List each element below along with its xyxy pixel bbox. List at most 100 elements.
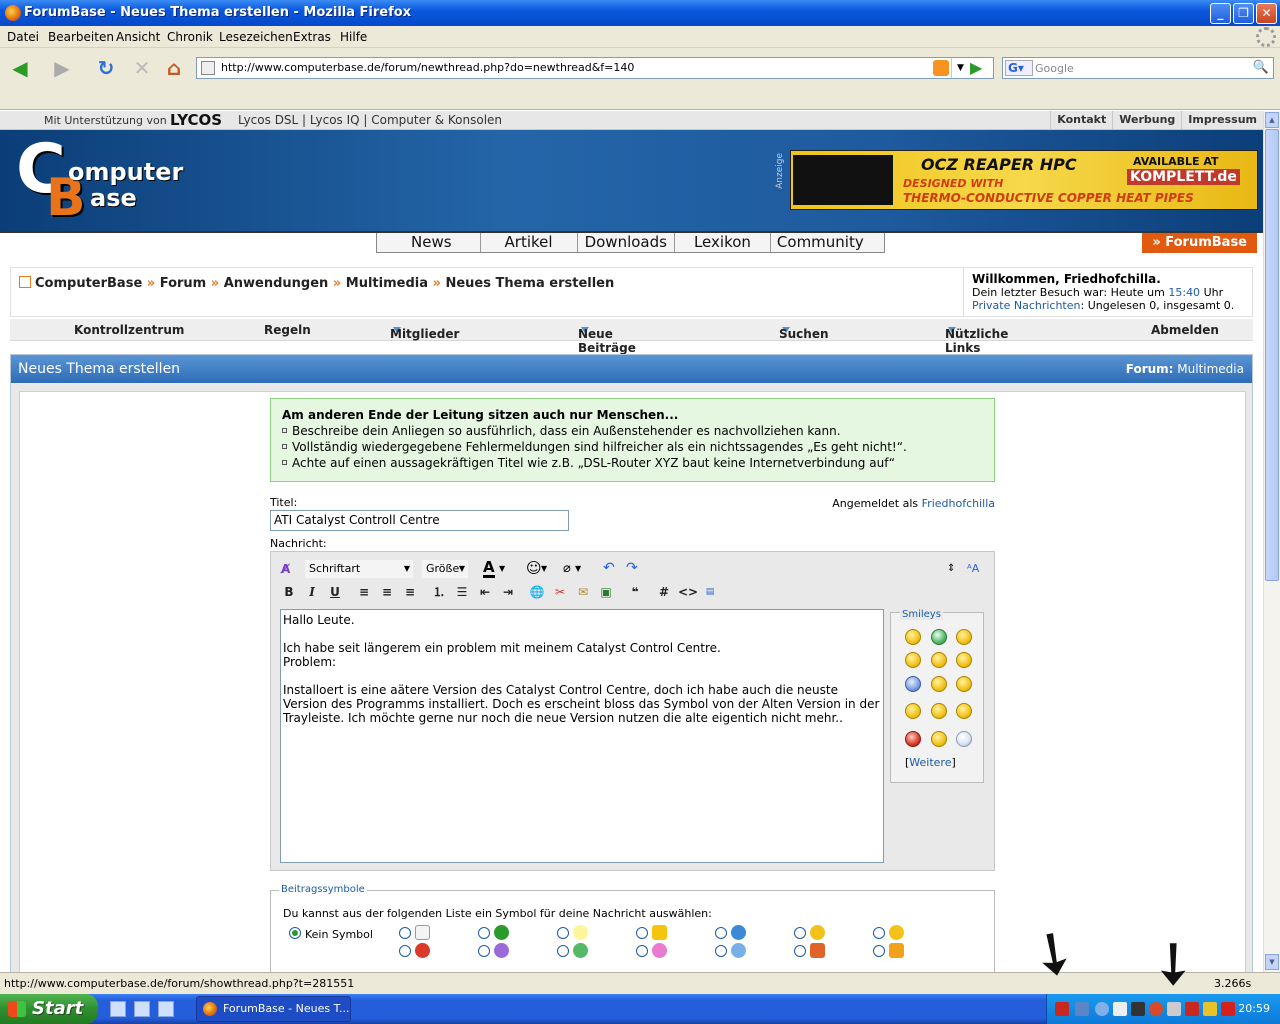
forward-button[interactable]: ▶ (48, 54, 76, 82)
switch-editor-icon[interactable]: ᴬA (967, 560, 979, 578)
user-link[interactable]: Friedhofchilla (922, 497, 995, 510)
align-center-icon[interactable]: ≡ (378, 583, 396, 601)
smiley-confused-icon[interactable] (931, 652, 947, 668)
tab-news[interactable]: News (377, 233, 481, 252)
align-left-icon[interactable]: ≡ (355, 583, 373, 601)
undo-icon[interactable]: ↶ (603, 559, 615, 577)
chevron-down-icon[interactable]: ▼ (541, 560, 547, 578)
smiley-tongue-icon[interactable] (956, 703, 972, 719)
insert-image-icon[interactable]: ▣ (597, 583, 615, 601)
nav-suchen[interactable]: Suchen (779, 323, 829, 341)
ati-tray-icon[interactable] (1055, 1002, 1069, 1016)
start-button[interactable]: Start (0, 994, 98, 1024)
scrollbar-thumb[interactable] (1265, 129, 1279, 581)
crumb-anwendungen[interactable]: Anwendungen (224, 276, 329, 291)
network-tray-icon[interactable] (1075, 1002, 1089, 1016)
tray-icon[interactable] (1095, 1002, 1109, 1016)
nav-neue-beitraege[interactable]: Neue Beiträge (578, 323, 636, 355)
link-impressum[interactable]: Impressum (1181, 111, 1263, 130)
nav-regeln[interactable]: Regeln (264, 323, 311, 337)
home-icon[interactable] (19, 276, 31, 288)
url-dropdown-icon[interactable]: ▼ (951, 58, 969, 78)
advertisement-banner[interactable]: Anzeige OCZ REAPER HPC DESIGNED WITH THE… (775, 150, 1258, 210)
go-button[interactable]: ▶ (970, 58, 982, 77)
smiley-blue-icon[interactable] (905, 676, 921, 692)
tray-icon[interactable] (1167, 1002, 1181, 1016)
reload-icon[interactable]: ↻ (92, 54, 120, 82)
smiley-icon[interactable] (905, 629, 921, 645)
title-input[interactable]: ATI Catalyst Controll Centre (270, 510, 569, 531)
tab-artikel[interactable]: Artikel (481, 233, 578, 252)
computerbase-logo[interactable]: C B omputer ase (16, 136, 183, 226)
stop-icon[interactable]: ✕ (128, 54, 156, 82)
tray-icon[interactable] (1149, 1002, 1163, 1016)
menu-extras[interactable]: Extras (293, 30, 331, 44)
quote-icon[interactable]: ❝ (626, 583, 644, 601)
minimize-button[interactable]: _ (1210, 3, 1231, 24)
maximize-button[interactable]: ❐ (1233, 3, 1254, 24)
indent-icon[interactable]: ⇥ (499, 583, 517, 601)
menu-datei[interactable]: Datei (7, 30, 39, 44)
post-icon-radio[interactable] (715, 945, 727, 957)
tray-icon[interactable] (1203, 1002, 1217, 1016)
crumb-multimedia[interactable]: Multimedia (346, 276, 428, 291)
menu-ansicht[interactable]: Ansicht (116, 30, 160, 44)
post-icon-radio[interactable] (873, 927, 885, 939)
attachment-icon[interactable]: ⌀ (563, 560, 571, 578)
menu-chronik[interactable]: Chronik (167, 30, 213, 44)
post-icon-radio[interactable] (636, 945, 648, 957)
insert-link-icon[interactable]: 🌐 (528, 583, 546, 601)
smiley-grin-icon[interactable] (931, 629, 947, 645)
post-icon-radio[interactable] (557, 945, 569, 957)
rss-feed-icon[interactable] (933, 60, 949, 76)
menu-hilfe[interactable]: Hilfe (340, 30, 367, 44)
tray-icon[interactable] (1221, 1002, 1235, 1016)
font-select[interactable]: Schriftart ▼ (305, 560, 413, 578)
smiley-icon[interactable] (905, 652, 921, 668)
crumb-forum[interactable]: Forum (160, 276, 207, 291)
remove-link-icon[interactable]: ✂ (551, 583, 569, 601)
taskbar-firefox-task[interactable]: ForumBase - Neues T... (196, 996, 351, 1022)
more-smileys-link[interactable]: Weitere (909, 756, 951, 769)
post-icon-radio[interactable] (557, 927, 569, 939)
remove-format-icon[interactable]: A̸ (281, 560, 290, 578)
resize-icon[interactable]: ⇕ (947, 560, 955, 578)
lycos-logo[interactable]: LYCOS (170, 111, 222, 129)
unordered-list-icon[interactable]: ☰ (453, 583, 471, 601)
search-icon[interactable]: 🔍 (1253, 60, 1269, 75)
smiley-eyes-icon[interactable] (931, 703, 947, 719)
bold-icon[interactable]: B (280, 583, 298, 601)
smiley-eek-icon[interactable] (956, 731, 972, 747)
email-link-icon[interactable]: ✉ (574, 583, 592, 601)
menu-lesezeichen[interactable]: Lesezeichen (219, 30, 293, 44)
post-icon-radio[interactable] (399, 945, 411, 957)
lycos-links[interactable]: Lycos DSL | Lycos IQ | Computer & Konsol… (238, 113, 502, 127)
link-kontakt[interactable]: Kontakt (1050, 111, 1112, 130)
quicklaunch-ie-icon[interactable] (110, 1001, 126, 1017)
post-icon-radio[interactable] (794, 927, 806, 939)
code-hash-icon[interactable]: # (655, 583, 673, 601)
post-icon-radio[interactable] (873, 945, 885, 957)
menu-bearbeiten[interactable]: Bearbeiten (48, 30, 114, 44)
size-select[interactable]: Größe ▼ (422, 560, 468, 578)
link-werbung[interactable]: Werbung (1112, 111, 1181, 130)
italic-icon[interactable]: I (303, 583, 321, 601)
scroll-down-icon[interactable]: ▼ (1265, 954, 1279, 970)
text-color-icon[interactable]: A (483, 560, 495, 578)
private-messages-link[interactable]: Private Nachrichten (972, 299, 1081, 312)
search-engine-icon[interactable]: G▾ (1005, 60, 1033, 76)
nav-mitglieder[interactable]: Mitglieder (390, 323, 459, 341)
nav-kontrollzentrum[interactable]: Kontrollzentrum (74, 323, 184, 337)
post-icon-radio[interactable] (794, 945, 806, 957)
underline-icon[interactable]: U (326, 583, 344, 601)
post-icon-radio-none[interactable] (289, 927, 301, 939)
forum-name-link[interactable]: Multimedia (1177, 362, 1244, 376)
tab-downloads[interactable]: Downloads (578, 233, 675, 252)
ordered-list-icon[interactable]: ⒈ (430, 583, 448, 601)
smiley-sad-icon[interactable] (956, 676, 972, 692)
message-textarea[interactable]: Hallo Leute. Ich habe seit längerem ein … (280, 609, 884, 863)
quicklaunch-desktop-icon[interactable] (158, 1001, 174, 1017)
smiley-insert-icon[interactable]: ☺ (526, 559, 542, 577)
page-scrollbar[interactable]: ▲ ▼ (1263, 111, 1280, 972)
search-box[interactable]: G▾ Google 🔍 (1002, 57, 1274, 79)
